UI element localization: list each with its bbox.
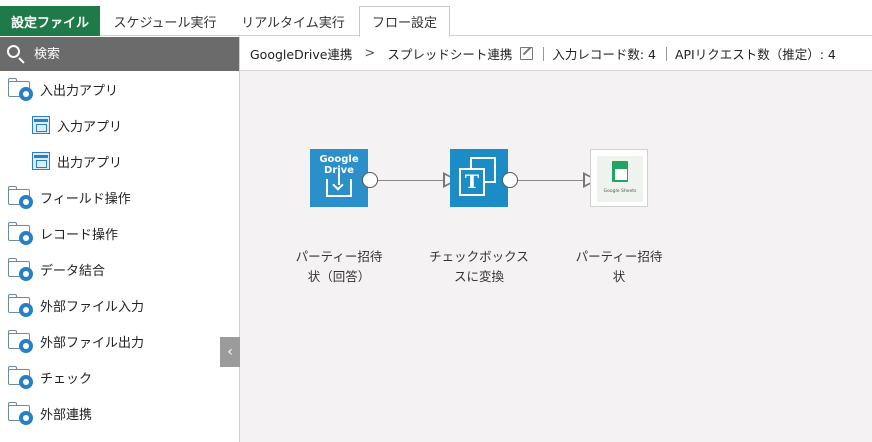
sidebar-item-io-apps[interactable]: 入出力アプリ — [0, 71, 239, 107]
tab-flow-settings[interactable]: フロー設定 — [359, 6, 450, 37]
sidebar-item-label: 外部連携 — [40, 407, 93, 423]
node-label: チェックボックス スに変換 — [429, 247, 529, 287]
flow-canvas[interactable]: Google Drive T Google Sheets パーティー招待 状（回… — [240, 71, 872, 442]
tab-schedule[interactable]: スケジュール実行 — [104, 6, 226, 36]
sidebar-item-label: データ結合 — [40, 263, 106, 279]
search-input[interactable] — [34, 46, 214, 62]
folder-gear-icon — [8, 365, 35, 391]
folder-gear-icon — [8, 185, 35, 211]
sidebar-item-check[interactable]: チェック — [0, 359, 239, 395]
sidebar: 入出力アプリ 入力アプリ 出力アプリ フィールド操作 レコード操作 データ結合 … — [0, 37, 240, 442]
api-request-count: APIリクエスト数（推定）: 4 — [674, 47, 836, 62]
folder-gear-icon — [8, 329, 35, 355]
folder-gear-icon — [8, 77, 35, 103]
sidebar-item-label: 入力アプリ — [57, 119, 123, 135]
google-sheets-icon: Google Sheets — [597, 156, 643, 202]
sidebar-item-external-file-input[interactable]: 外部ファイル入力 — [0, 287, 239, 323]
node-label-line: パーティー招待 — [295, 249, 383, 264]
sidebar-item-label: 外部ファイル出力 — [40, 335, 145, 351]
sidebar-item-output-app[interactable]: 出力アプリ — [0, 143, 239, 179]
flow-node-checkbox-convert[interactable]: T — [450, 149, 508, 207]
divider — [543, 46, 545, 61]
flow-node-google-sheets[interactable]: Google Sheets — [590, 149, 648, 207]
edit-icon[interactable] — [520, 47, 534, 60]
output-port[interactable] — [502, 172, 518, 188]
download-icon — [326, 173, 352, 197]
top-tab-bar: 設定ファイル スケジュール実行 リアルタイム実行 フロー設定 — [0, 0, 872, 37]
tab-settings-file[interactable]: 設定ファイル — [0, 6, 100, 36]
folder-gear-icon — [8, 257, 35, 283]
search-bar — [0, 37, 239, 71]
node-label-line: スに変換 — [453, 269, 504, 284]
folder-gear-icon — [8, 221, 35, 247]
sidebar-item-input-app[interactable]: 入力アプリ — [0, 107, 239, 143]
sidebar-item-external-file-output[interactable]: 外部ファイル出力 — [0, 323, 239, 359]
sidebar-item-label: チェック — [40, 371, 93, 387]
sidebar-item-label: レコード操作 — [40, 227, 119, 243]
breadcrumb-separator: > — [364, 46, 376, 61]
node-label: パーティー招待 状 — [569, 247, 669, 287]
node-label-line: チェックボックス — [429, 249, 529, 264]
flow-edge — [378, 179, 444, 181]
node-label-line: 状 — [612, 269, 626, 284]
flow-edge — [518, 179, 584, 181]
divider — [665, 46, 667, 61]
sidebar-item-field-ops[interactable]: フィールド操作 — [0, 179, 239, 215]
breadcrumb-current: スプレッドシート連携 — [387, 47, 513, 62]
folder-gear-icon — [8, 293, 35, 319]
breadcrumb: GoogleDrive連携 > スプレッドシート連携 入力レコード数: 4 AP… — [240, 37, 872, 71]
node-label: パーティー招待 状（回答） — [289, 247, 389, 287]
sidebar-item-data-join[interactable]: データ結合 — [0, 251, 239, 287]
sidebar-item-external-link[interactable]: 外部連携 — [0, 395, 239, 431]
sidebar-item-record-ops[interactable]: レコード操作 — [0, 215, 239, 251]
input-record-count: 入力レコード数: 4 — [552, 47, 656, 62]
folder-gear-icon — [8, 401, 35, 427]
google-sheets-caption: Google Sheets — [603, 189, 637, 194]
tab-realtime[interactable]: リアルタイム実行 — [230, 6, 356, 36]
node-label-line: パーティー招待 — [575, 249, 663, 264]
main-panel: GoogleDrive連携 > スプレッドシート連携 入力レコード数: 4 AP… — [240, 37, 872, 442]
text-t-icon: T — [459, 168, 485, 196]
app-icon — [32, 116, 50, 134]
node-label-line: 状（回答） — [307, 269, 371, 284]
sidebar-collapse-button[interactable]: ‹ — [220, 337, 240, 367]
sidebar-item-label: 出力アプリ — [57, 155, 123, 171]
output-port[interactable] — [362, 172, 378, 188]
sidebar-item-label: フィールド操作 — [40, 191, 131, 207]
breadcrumb-root[interactable]: GoogleDrive連携 — [250, 44, 352, 63]
app-icon — [32, 152, 50, 170]
sidebar-item-label: 外部ファイル入力 — [40, 299, 145, 315]
sidebar-item-label: 入出力アプリ — [40, 83, 119, 99]
chevron-left-icon: ‹ — [227, 344, 233, 360]
flow-node-google-drive[interactable]: Google Drive — [310, 149, 368, 207]
search-icon — [6, 44, 26, 64]
